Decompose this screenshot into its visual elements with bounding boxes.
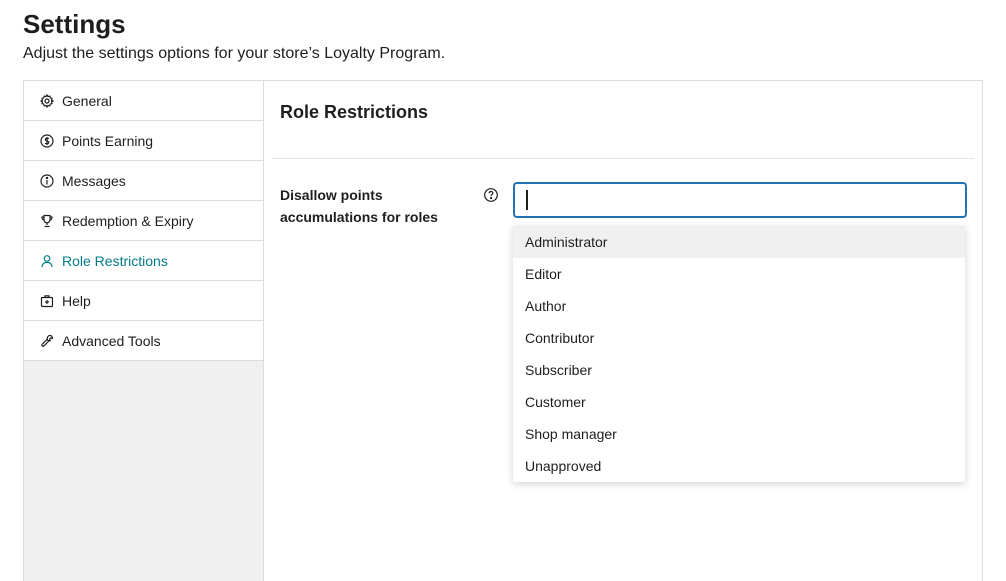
dropdown-option-administrator[interactable]: Administrator: [513, 226, 965, 258]
section-divider: [272, 158, 974, 159]
wrench-icon: [40, 334, 54, 348]
sidebar-item-label: Redemption & Expiry: [62, 212, 194, 229]
sidebar-item-label: Help: [62, 292, 91, 309]
help-icon[interactable]: [483, 187, 499, 203]
page-subtitle: Adjust the settings options for your sto…: [23, 45, 446, 62]
dropdown-option-customer[interactable]: Customer: [513, 386, 965, 418]
trophy-icon: [40, 214, 54, 228]
section-title: Role Restrictions: [280, 102, 429, 122]
dropdown-option-editor[interactable]: Editor: [513, 258, 965, 290]
info-circle-icon: [40, 173, 54, 188]
settings-panel: General Points Earning Messages Redempti…: [23, 80, 983, 581]
dropdown-option-contributor[interactable]: Contributor: [513, 322, 965, 354]
sidebar-item-messages[interactable]: Messages: [24, 161, 263, 201]
sidebar-item-role-restrictions[interactable]: Role Restrictions: [24, 241, 263, 281]
dollar-circle-icon: [40, 133, 54, 148]
user-icon: [40, 254, 54, 268]
sidebar-item-general[interactable]: General: [24, 81, 263, 121]
dropdown-option-author[interactable]: Author: [513, 290, 965, 322]
sidebar-item-label: Points Earning: [62, 132, 154, 149]
role-restrictions-label: Disallow points accumulations for roles: [280, 187, 438, 225]
first-aid-kit-icon: [40, 294, 54, 308]
dropdown-option-shop-manager[interactable]: Shop manager: [513, 418, 965, 450]
settings-sidebar: General Points Earning Messages Redempti…: [24, 81, 264, 581]
settings-content: Role Restrictions Disallow points accumu…: [264, 81, 982, 581]
roles-dropdown: Administrator Editor Author Contributor …: [513, 226, 965, 482]
sidebar-item-points-earning[interactable]: Points Earning: [24, 121, 263, 161]
sidebar-item-help[interactable]: Help: [24, 281, 263, 321]
dropdown-option-subscriber[interactable]: Subscriber: [513, 354, 965, 386]
sidebar-item-label: Advanced Tools: [62, 332, 161, 349]
sidebar-item-redemption-expiry[interactable]: Redemption & Expiry: [24, 201, 263, 241]
sidebar-item-advanced-tools[interactable]: Advanced Tools: [24, 321, 263, 361]
dropdown-option-unapproved[interactable]: Unapproved: [513, 450, 965, 482]
gear-icon: [40, 93, 54, 108]
page-title: Settings: [23, 9, 126, 39]
sidebar-item-label: Messages: [62, 172, 126, 189]
sidebar-item-label: Role Restrictions: [62, 252, 168, 269]
roles-search-input[interactable]: [514, 183, 966, 217]
sidebar-item-label: General: [62, 92, 112, 109]
